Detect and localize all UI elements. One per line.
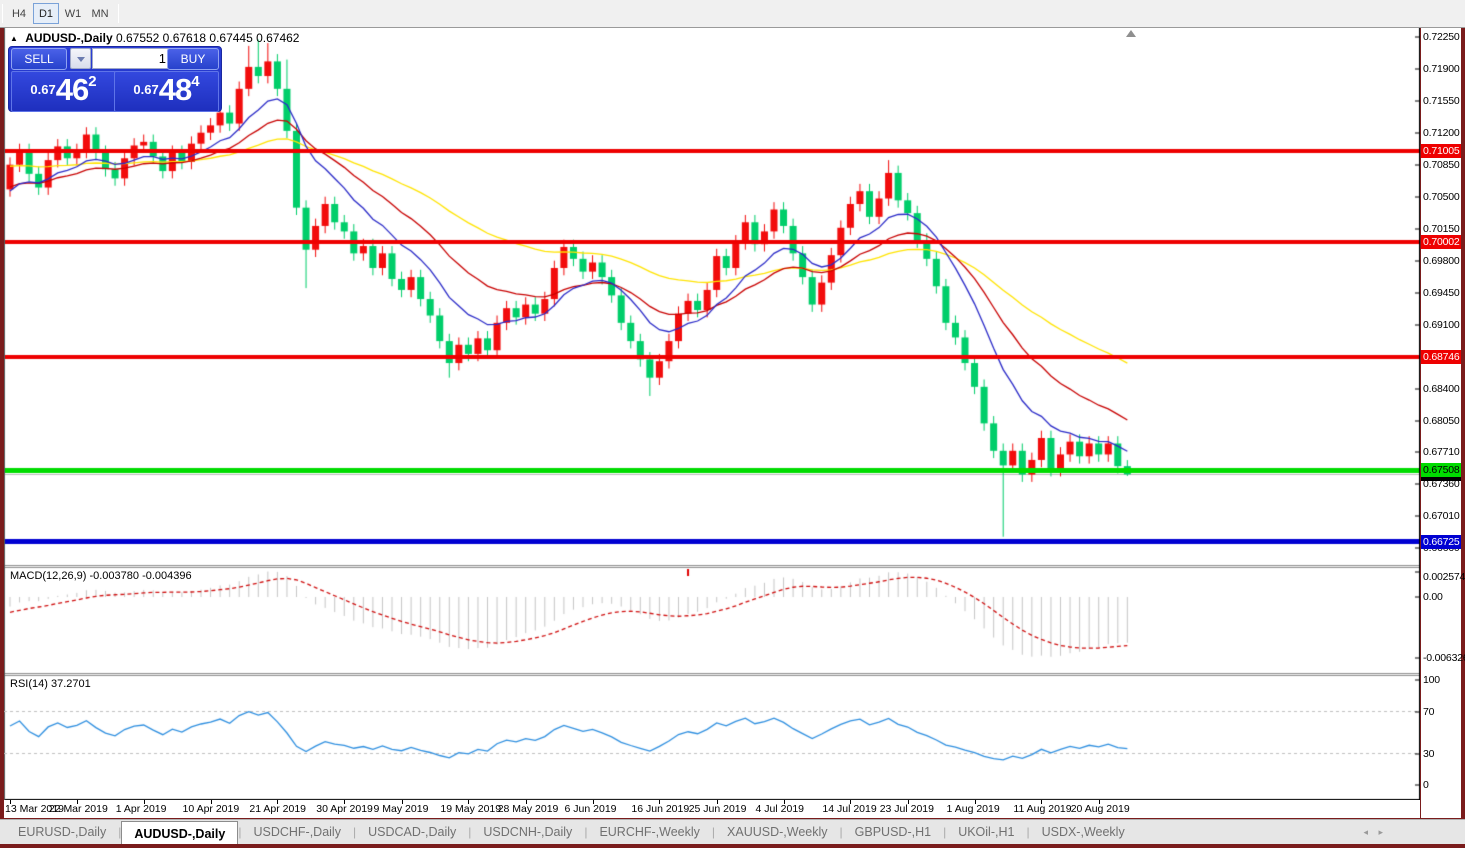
tab-gbpusd-h1[interactable]: GBPUSD-,H1 (843, 820, 943, 844)
date-label: 10 Apr 2019 (182, 803, 240, 815)
level-price-label: 0.68746 (1421, 350, 1461, 364)
timeframe-mn-button[interactable]: MN (87, 3, 113, 24)
toolbar-separator (118, 4, 119, 23)
tab-usdcnh-daily[interactable]: USDCNH-,Daily (471, 820, 584, 844)
price-tick-label: 0.67010 (1423, 509, 1460, 522)
price-tick-label: 0.68050 (1423, 414, 1460, 427)
price-tick-label: 0.69800 (1423, 254, 1460, 267)
tab-usdchf-daily[interactable]: USDCHF-,Daily (241, 820, 353, 844)
timeframe-toolbar: H4 D1 W1 MN (0, 0, 1465, 28)
chart-title: ▲ AUDUSD-,Daily 0.67552 0.67618 0.67445 … (10, 31, 299, 45)
date-label: 25 Jun 2019 (688, 803, 747, 815)
tab-eurchf-weekly[interactable]: EURCHF-,Weekly (587, 820, 711, 844)
price-tick-label: 0.70150 (1423, 222, 1460, 235)
date-label: 1 Aug 2019 (946, 803, 1000, 815)
ask-prefix: 0.67 (133, 82, 159, 97)
bid-big-digits: 46 (55, 72, 89, 107)
date-label: 4 Jul 2019 (755, 803, 805, 815)
collapse-triangle-icon[interactable]: ▲ (10, 34, 18, 43)
timeframe-d1-button[interactable]: D1 (33, 3, 59, 24)
level-price-label: 0.66725 (1421, 534, 1461, 549)
date-axis[interactable]: 13 Mar 2019 22 Mar 2019 1 Apr 2019 10 Apr 2… (4, 800, 1420, 818)
price-tick-label: 0.68400 (1423, 382, 1460, 395)
price-tick-label: 0.72250 (1423, 30, 1460, 43)
chart-area (4, 28, 1420, 800)
tab-audusd-daily[interactable]: AUDUSD-,Daily (121, 821, 239, 844)
chart-canvas[interactable] (4, 28, 1420, 800)
buy-button[interactable]: BUY (167, 48, 219, 70)
date-label: 16 Jun 2019 (631, 803, 690, 815)
chart-shift-marker-icon[interactable] (1126, 30, 1136, 37)
macd-tick-label: 0.002574 (1423, 571, 1465, 583)
tab-ukoil-h1[interactable]: UKOil-,H1 (946, 820, 1026, 844)
rsi-tick-label: 70 (1423, 705, 1435, 718)
date-label: 22 Mar 2019 (48, 803, 108, 815)
macd-tick-label: 0.00 (1423, 591, 1443, 603)
ask-pipette-digit: 4 (191, 73, 200, 90)
rsi-tick-label: 0 (1423, 779, 1429, 791)
macd-indicator-label: MACD(12,26,9) -0.003780 -0.004396 (10, 570, 192, 582)
level-price-label: 0.70002 (1421, 235, 1461, 250)
tab-scroll-arrows[interactable]: ◂ ▸ (1363, 820, 1387, 844)
date-label: 23 Jul 2019 (879, 803, 934, 815)
date-label: 28 May 2019 (497, 803, 559, 815)
price-axis[interactable]: 0.72250 0.71900 0.71550 0.71200 0.70850 0.705… (1421, 28, 1465, 818)
price-tick-label: 0.71550 (1423, 94, 1460, 107)
rsi-tick-label: 30 (1423, 747, 1435, 760)
bid-price-display[interactable]: 0.67462 (11, 71, 116, 112)
date-label: 30 Apr 2019 (316, 803, 373, 815)
timeframe-w1-button[interactable]: W1 (60, 3, 86, 24)
price-tick-label: 0.71200 (1423, 126, 1460, 139)
timeframe-h4-button[interactable]: H4 (6, 3, 32, 24)
date-label: 11 Aug 2019 (1013, 803, 1072, 815)
ask-big-digits: 48 (158, 72, 192, 107)
sell-button[interactable]: SELL (11, 48, 67, 70)
window-frame-right (1461, 28, 1465, 844)
date-label: 19 May 2019 (440, 803, 502, 815)
date-label: 14 Jul 2019 (822, 803, 877, 815)
price-tick-label: 0.70500 (1423, 190, 1460, 203)
price-tick-label: 0.67710 (1423, 445, 1460, 458)
date-label: 20 Aug 2019 (1070, 803, 1130, 815)
window-frame-bottom (0, 844, 1465, 848)
date-label: 1 Apr 2019 (115, 803, 167, 815)
tab-usdcad-daily[interactable]: USDCAD-,Daily (356, 820, 468, 844)
price-tick-label: 0.70850 (1423, 158, 1460, 171)
bid-pipette-digit: 2 (88, 73, 97, 90)
one-click-trading-panel: SELL BUY 0.67462 0.67484 (8, 46, 222, 112)
tab-usdx-weekly[interactable]: USDX-,Weekly (1030, 820, 1137, 844)
arrow-down-icon (77, 57, 85, 62)
date-label: 6 Jun 2019 (564, 803, 617, 815)
bid-prefix: 0.67 (30, 82, 56, 97)
chart-tab-bar: EURUSD-,Daily | AUDUSD-,Daily | USDCHF-,Dail… (0, 819, 1465, 844)
rsi-indicator-label: RSI(14) 37.2701 (10, 678, 91, 690)
macd-tick-label: -0.006326 (1423, 652, 1465, 665)
chart-symbol-label: AUDUSD-,Daily (25, 31, 113, 45)
ask-price-display[interactable]: 0.67484 (114, 71, 219, 112)
level-price-label: 0.71005 (1421, 143, 1461, 158)
toolbar-separator (2, 4, 3, 23)
date-label: 21 Apr 2019 (249, 803, 307, 815)
volume-decrease-button[interactable] (70, 48, 91, 69)
rsi-tick-label: 100 (1423, 674, 1440, 686)
tab-xauusd-weekly[interactable]: XAUUSD-,Weekly (715, 820, 839, 844)
price-tick-label: 0.69100 (1423, 318, 1460, 331)
tab-eurusd-daily[interactable]: EURUSD-,Daily (6, 820, 118, 844)
mt4-window: H4 D1 W1 MN ▲ AUDUSD-,Daily 0.67552 0.67… (0, 0, 1465, 848)
price-tick-label: 0.69450 (1423, 286, 1460, 299)
level-price-label: 0.67508 (1421, 463, 1461, 478)
chart-ohlc-values: 0.67552 0.67618 0.67445 0.67462 (115, 31, 300, 45)
price-tick-label: 0.71900 (1423, 62, 1460, 75)
date-label: 9 May 2019 (373, 803, 429, 815)
